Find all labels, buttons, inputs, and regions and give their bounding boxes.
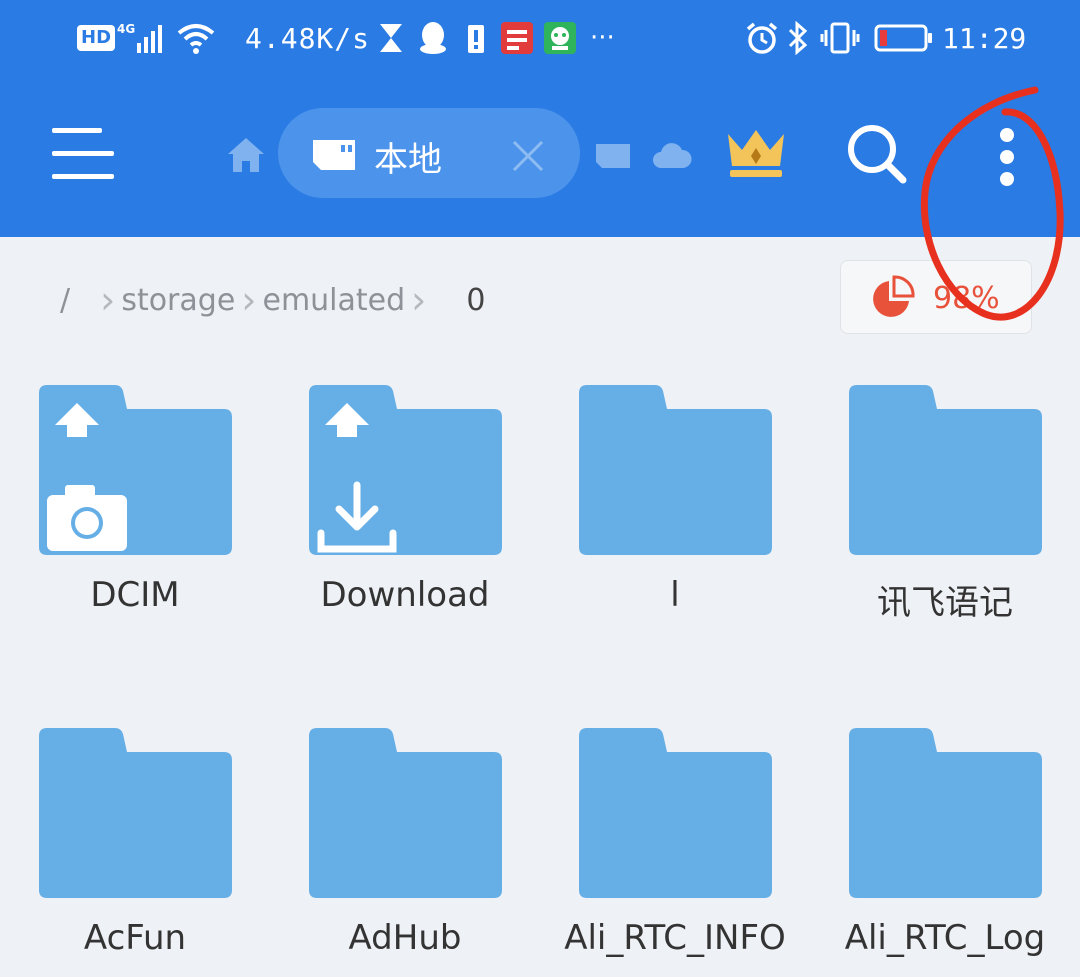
- more-options-button[interactable]: [990, 118, 1026, 192]
- folder-name: 讯飞语记: [877, 583, 1013, 623]
- folder-name: Ali_RTC_INFO: [564, 918, 786, 958]
- chevron-right-icon: ›: [241, 278, 257, 322]
- folder-icon: [579, 385, 772, 555]
- menu-line-icon: [52, 128, 102, 133]
- vibrate-icon: [820, 18, 860, 58]
- home-button[interactable]: [226, 136, 266, 174]
- folder-name: AdHub: [348, 918, 462, 958]
- app-robot-icon: [543, 18, 577, 58]
- folder-icon: [39, 385, 232, 555]
- folder-icon: [849, 728, 1042, 898]
- sd-card-icon: [313, 140, 355, 170]
- dot-icon: [1000, 128, 1014, 142]
- chevron-right-icon: ›: [100, 278, 116, 322]
- cloud-icon: [653, 143, 692, 168]
- folder-name: Download: [320, 575, 490, 615]
- home-icon: [228, 138, 264, 172]
- folder-name: DCIM: [90, 575, 180, 615]
- alarm-icon: [745, 18, 779, 58]
- breadcrumb-current[interactable]: 0: [466, 283, 485, 318]
- folder-icon: [849, 385, 1042, 555]
- storage-usage-percent: 98%: [933, 281, 1000, 316]
- menu-line-icon: [52, 174, 114, 179]
- app-notification-icon: [500, 18, 534, 58]
- storage-usage-button[interactable]: 98%: [840, 260, 1032, 334]
- toolbar: 本地: [0, 100, 1080, 210]
- folder-name: AcFun: [83, 918, 187, 958]
- close-tab-icon[interactable]: [510, 138, 546, 174]
- menu-line-icon: [52, 151, 114, 156]
- status-bar: HD 4G 4.48K/s ··· 11:29: [0, 0, 1080, 78]
- folder-icon: [309, 385, 502, 555]
- vip-crown-button[interactable]: [724, 126, 788, 184]
- app-header: HD 4G 4.48K/s ··· 11:29 本地: [0, 0, 1080, 237]
- crown-icon: [728, 130, 784, 177]
- tab-local[interactable]: 本地: [278, 108, 580, 198]
- battery-alert-icon: [467, 18, 485, 58]
- tab-cloud[interactable]: [652, 140, 692, 174]
- folder-icon: [39, 728, 232, 898]
- more-notifications-icon: ···: [590, 23, 615, 53]
- tab-sd-card[interactable]: [594, 142, 632, 174]
- dot-icon: [1000, 150, 1014, 164]
- breadcrumb-emulated[interactable]: emulated: [262, 283, 405, 318]
- folder-icon: [579, 728, 772, 898]
- folder-name: Ali_RTC_Log: [844, 918, 1046, 958]
- hourglass-icon: [378, 18, 404, 58]
- svg-text:4G: 4G: [117, 22, 135, 36]
- sd-card-icon: [596, 144, 630, 168]
- status-time: 11:29: [942, 21, 1027, 55]
- hd-icon: HD: [77, 18, 116, 58]
- folder-icon: [309, 728, 502, 898]
- network-speed: 4.48K/s: [245, 21, 371, 55]
- bluetooth-icon: [787, 18, 809, 58]
- wifi-icon: [176, 18, 216, 58]
- tab-local-label: 本地: [374, 140, 442, 180]
- dot-icon: [1000, 172, 1014, 186]
- breadcrumb-root[interactable]: /: [60, 283, 70, 318]
- breadcrumb: / › storage › emulated › 0: [60, 270, 485, 330]
- search-icon: [848, 125, 907, 184]
- qq-penguin-icon: [418, 18, 448, 58]
- chevron-right-icon: ›: [411, 278, 427, 322]
- menu-button[interactable]: [52, 128, 114, 180]
- cell-signal-icon: 4G: [117, 18, 169, 58]
- search-button[interactable]: [845, 122, 909, 186]
- battery-icon: [874, 18, 934, 58]
- folder-name: l: [670, 575, 680, 615]
- breadcrumb-storage[interactable]: storage: [121, 283, 235, 318]
- pie-chart-icon: [873, 275, 915, 317]
